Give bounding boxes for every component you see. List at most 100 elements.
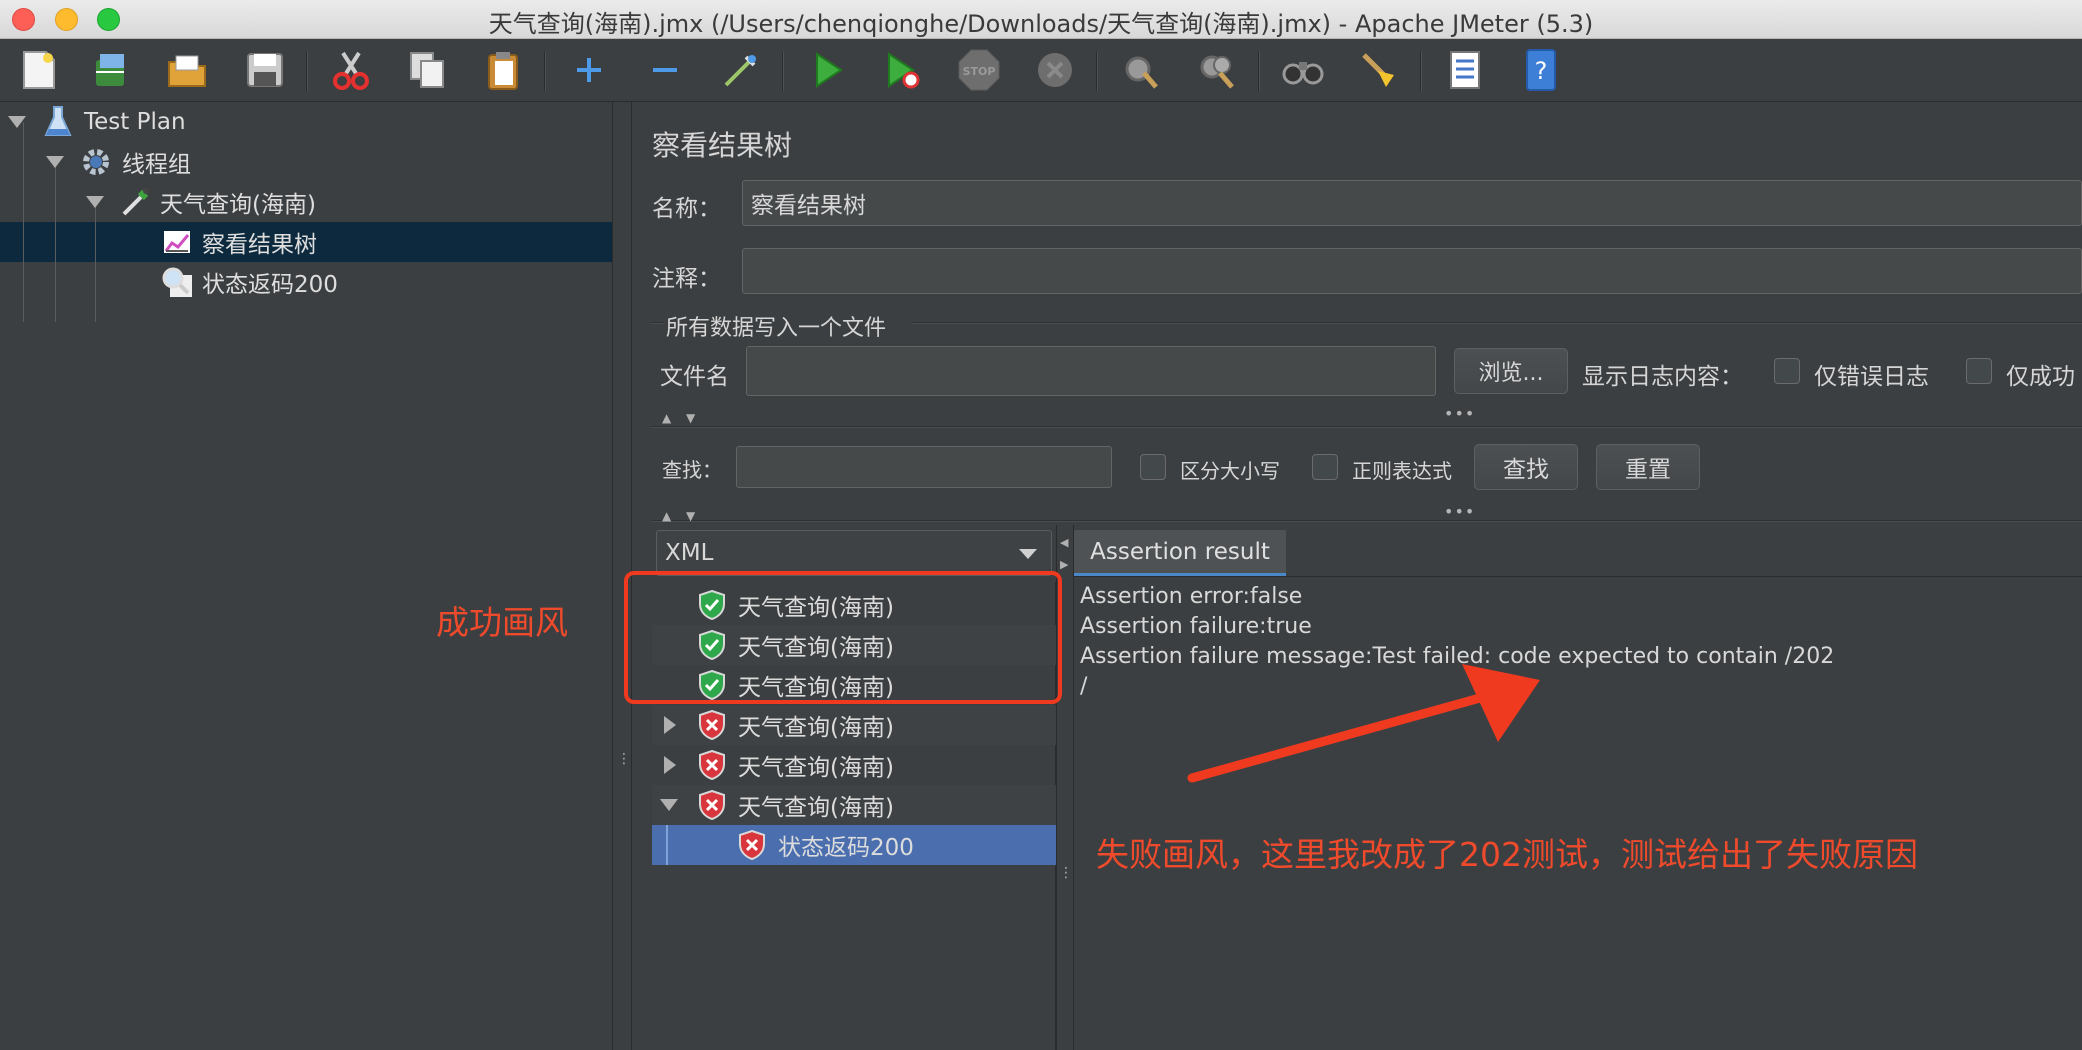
drag-handle-icon[interactable]: ⋮ (617, 752, 631, 766)
search-label: 查找： (662, 458, 722, 482)
test-plan-tree: Test Plan 线程组 天气查询(海南) 察看结果树 状态返码200 (0, 102, 612, 1050)
errors-only-checkbox[interactable] (1774, 358, 1800, 384)
file-section-title: 所有数据写入一个文件 (666, 316, 887, 341)
result-label: 状态返码200 (778, 835, 914, 861)
browse-button[interactable]: 浏览... (1454, 348, 1568, 394)
success-annotation: 成功画风 (436, 603, 568, 642)
drag-handle-icon[interactable]: ••• (1444, 404, 1475, 423)
success-only-label: 仅成功 (2006, 364, 2075, 390)
svg-text:STOP: STOP (963, 65, 996, 78)
stop-icon[interactable]: STOP (956, 47, 1002, 93)
name-label: 名称： (652, 196, 721, 222)
tree-item-test-plan[interactable]: Test Plan (8, 102, 186, 142)
success-highlight-box (624, 571, 1062, 704)
case-sensitive-label: 区分大小写 (1180, 459, 1280, 483)
expand-icon[interactable] (566, 47, 612, 93)
clear-all-icon[interactable] (1194, 47, 1240, 93)
tree-item-response-assertion[interactable]: 状态返码200 (160, 262, 338, 302)
expanded-caret-icon[interactable] (8, 116, 26, 128)
clear-icon[interactable] (1116, 47, 1162, 93)
result-row-failure[interactable]: 天气查询(海南) (652, 785, 1056, 825)
filename-label: 文件名 (660, 364, 729, 390)
pipette-icon (122, 188, 149, 216)
panel-title: 察看结果树 (652, 129, 793, 162)
collapse-right-arrow-icon[interactable]: ▶ (1060, 558, 1068, 571)
reset-search-icon[interactable] (1356, 47, 1402, 93)
toolbar: STOP ? (0, 39, 2082, 102)
save-icon[interactable] (242, 47, 288, 93)
collapsed-caret-icon[interactable] (664, 716, 676, 734)
tree-item-thread-group[interactable]: 线程组 (46, 142, 191, 182)
log-content-label: 显示日志内容： (1582, 364, 1743, 390)
flask-icon (44, 106, 72, 136)
new-file-icon[interactable] (16, 47, 62, 93)
comment-label: 注释： (652, 266, 721, 292)
annotation-arrow-icon (1187, 664, 1540, 783)
chart-icon (164, 231, 190, 253)
failure-shield-icon (699, 710, 725, 740)
drag-handle-icon[interactable]: ⋮ (1059, 866, 1073, 880)
tree-item-label: 线程组 (122, 152, 191, 178)
gear-icon (83, 149, 109, 175)
tree-item-label: 状态返码200 (202, 272, 338, 298)
cut-icon[interactable] (328, 47, 374, 93)
tree-item-label: 察看结果树 (202, 232, 317, 258)
svg-text:?: ? (1535, 57, 1548, 85)
drag-handle-icon[interactable]: ••• (1444, 502, 1475, 521)
templates-icon[interactable] (88, 47, 134, 93)
find-button[interactable]: 查找 (1474, 444, 1578, 490)
failure-shield-icon (699, 750, 725, 780)
collapse-icon[interactable] (642, 47, 688, 93)
result-row-assertion-selected[interactable]: 状态返码200 (652, 825, 1056, 865)
tree-item-label: Test Plan (84, 109, 186, 135)
expanded-caret-icon[interactable] (660, 799, 678, 811)
expanded-caret-icon[interactable] (86, 196, 104, 208)
regex-checkbox[interactable] (1312, 454, 1338, 480)
failure-annotation: 失败画风，这里我改成了202测试，测试给出了失败原因 (1096, 835, 1918, 874)
failure-shield-icon (739, 830, 765, 860)
collapse-down-arrow-icon[interactable]: ▼ (686, 411, 695, 425)
tree-item-view-results-tree[interactable]: 察看结果树 (162, 222, 317, 262)
search-input[interactable] (736, 446, 1112, 488)
reset-button[interactable]: 重置 (1596, 444, 1700, 490)
tree-item-label: 天气查询(海南) (160, 192, 316, 218)
magnifier-icon (162, 267, 192, 297)
result-label: 天气查询(海南) (738, 715, 894, 741)
copy-icon[interactable] (404, 47, 450, 93)
collapse-down-arrow-icon[interactable]: ▼ (686, 509, 695, 523)
renderer-select[interactable]: XML (656, 530, 1052, 576)
collapse-left-arrow-icon[interactable]: ◀ (1060, 536, 1068, 549)
errors-only-label: 仅错误日志 (1814, 364, 1929, 390)
search-icon[interactable] (1280, 47, 1326, 93)
assertion-line: Assertion failure:true (1080, 614, 1312, 639)
result-row-failure[interactable]: 天气查询(海南) (652, 705, 1056, 745)
title-bar: 天气查询(海南).jmx (/Users/chenqionghe/Downloa… (0, 0, 2082, 39)
name-input[interactable]: 察看结果树 (742, 180, 2082, 226)
tree-item-http-sampler[interactable]: 天气查询(海南) (86, 182, 316, 222)
assertion-line: / (1080, 674, 1088, 699)
open-icon[interactable] (164, 47, 210, 93)
start-icon[interactable] (804, 47, 850, 93)
success-only-checkbox[interactable] (1966, 358, 1992, 384)
window-title: 天气查询(海南).jmx (/Users/chenqionghe/Downloa… (488, 10, 1594, 38)
comment-input[interactable] (742, 248, 2082, 294)
case-sensitive-checkbox[interactable] (1140, 454, 1166, 480)
result-row-failure[interactable]: 天气查询(海南) (652, 745, 1056, 785)
shutdown-icon[interactable] (1032, 47, 1078, 93)
regex-label: 正则表达式 (1352, 459, 1452, 483)
start-no-pause-icon[interactable] (880, 47, 926, 93)
collapsed-caret-icon[interactable] (664, 756, 676, 774)
expanded-caret-icon[interactable] (46, 156, 64, 168)
chevron-down-icon (1019, 549, 1037, 559)
toggle-icon[interactable] (718, 47, 764, 93)
filename-input[interactable] (746, 346, 1436, 396)
tab-assertion-result[interactable]: Assertion result (1074, 530, 1286, 576)
assertion-line: Assertion error:false (1080, 584, 1303, 609)
renderer-select-value: XML (665, 540, 714, 566)
collapse-up-arrow-icon[interactable]: ▲ (662, 509, 671, 523)
help-icon[interactable]: ? (1518, 47, 1564, 93)
collapse-up-arrow-icon[interactable]: ▲ (662, 411, 671, 425)
paste-icon[interactable] (480, 47, 526, 93)
name-input-value: 察看结果树 (751, 193, 866, 219)
function-helper-icon[interactable] (1442, 47, 1488, 93)
